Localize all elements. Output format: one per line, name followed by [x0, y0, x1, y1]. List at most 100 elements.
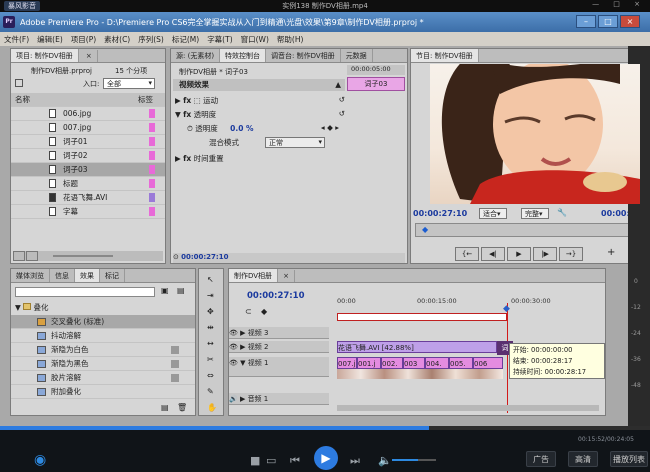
folder-icon[interactable]: ▤	[177, 286, 185, 295]
selection-tool-icon[interactable]: ↖	[207, 275, 214, 284]
track-header-v3[interactable]: 👁 ▶ 视频 3	[229, 327, 329, 339]
effect-item-selected[interactable]: 交叉叠化 (标准)	[11, 315, 195, 329]
menu-clip[interactable]: 素材(C)	[100, 32, 134, 47]
menu-window[interactable]: 窗口(W)	[237, 32, 273, 47]
tab-audio-mixer[interactable]: 调音台: 制作DV相册	[266, 49, 341, 62]
icon-view-icon[interactable]	[26, 251, 38, 261]
col-label[interactable]: 标签	[138, 93, 153, 107]
menu-project[interactable]: 项目(P)	[67, 32, 100, 47]
slip-tool-icon[interactable]: ⇔	[207, 371, 214, 380]
resolution-select[interactable]: 完整▾	[521, 208, 549, 219]
razor-tool-icon[interactable]: ✂	[207, 355, 214, 364]
timeline-timecode[interactable]: 00:00:27:10	[247, 291, 305, 301]
list-item-selected[interactable]: 词子03	[11, 163, 165, 177]
track-select-tool-icon[interactable]: ⇥	[207, 291, 214, 300]
volume-icon[interactable]: 🔈	[378, 454, 392, 467]
in-select[interactable]: 全部 ▾	[103, 78, 155, 89]
effect-item[interactable]: 胶片溶解	[11, 371, 195, 385]
keyframe-nav-icon[interactable]: ◂ ◆ ▸	[321, 123, 339, 132]
ripple-edit-tool-icon[interactable]: ✥	[207, 307, 214, 316]
new-bin-icon[interactable]: ▣	[161, 286, 169, 295]
track-header-a1[interactable]: 🔊 ▶ 音频 1	[229, 393, 329, 405]
eye-icon[interactable]: ◉	[34, 452, 46, 468]
clip-v1[interactable]: 005.	[449, 357, 473, 369]
clip-v1[interactable]: 004.	[425, 357, 449, 369]
list-item[interactable]: 词子01	[11, 135, 165, 149]
list-item[interactable]: 花语飞舞.AVI	[11, 191, 165, 205]
program-scrubber[interactable]: ◆	[415, 223, 637, 237]
step-forward-button[interactable]: →}	[559, 247, 583, 261]
reset-icon[interactable]: ↺	[339, 109, 345, 118]
playlist-chip[interactable]: 播放列表	[610, 451, 648, 467]
tab-sequence[interactable]: 制作DV相册	[229, 269, 279, 282]
timeline-scrollbar[interactable]	[337, 405, 599, 411]
col-name[interactable]: 名称	[15, 93, 30, 107]
menu-file[interactable]: 文件(F)	[0, 32, 33, 47]
ec-time-remap-row[interactable]: ▶ fx 时间重置	[175, 153, 345, 165]
list-item[interactable]: 007.jpg	[11, 121, 165, 135]
list-view-icon[interactable]	[13, 251, 25, 261]
work-area-bar[interactable]	[337, 313, 507, 321]
track-header-v2[interactable]: 👁 ▶ 视频 2	[229, 341, 329, 353]
effect-item[interactable]: 渐隐为白色	[11, 343, 195, 357]
menu-help[interactable]: 帮助(H)	[273, 32, 308, 47]
stop-icon[interactable]: ■	[250, 454, 260, 467]
hand-tool-icon[interactable]: ✋	[207, 403, 217, 412]
ec-footer-timecode[interactable]: 00:00:27:10	[181, 253, 228, 261]
effect-item[interactable]: 抖动溶解	[11, 329, 195, 343]
rate-stretch-tool-icon[interactable]: ↔	[207, 339, 214, 348]
play-button-icon[interactable]: ▶	[314, 446, 338, 470]
pen-tool-icon[interactable]: ✎	[207, 387, 214, 396]
player-window-controls[interactable]: — □ ×	[592, 0, 646, 8]
playhead-icon[interactable]: ◆	[422, 225, 428, 234]
clip-v1[interactable]: 002.	[381, 357, 403, 369]
effects-search-input[interactable]	[15, 287, 155, 297]
zoom-slider[interactable]	[53, 255, 113, 257]
fit-select[interactable]: 适合▾	[479, 208, 507, 219]
menu-title[interactable]: 字幕(T)	[203, 32, 236, 47]
list-item[interactable]: 标题	[11, 177, 165, 191]
menu-marker[interactable]: 标记(M)	[168, 32, 203, 47]
ec-motion-row[interactable]: ▶ fx ⬚ 运动 ↺	[175, 95, 345, 107]
menu-edit[interactable]: 编辑(E)	[33, 32, 67, 47]
clip-v1[interactable]: 007.ji	[337, 357, 357, 369]
tab-markers[interactable]: 标记	[100, 269, 125, 282]
next-icon[interactable]: ⏭	[350, 454, 360, 468]
add-button-icon[interactable]: +	[607, 247, 615, 258]
playhead-icon[interactable]: ◆	[503, 304, 510, 314]
maximize-button[interactable]: □	[598, 15, 618, 28]
toggle-animation-icon[interactable]: ⏱	[187, 124, 193, 133]
program-timecode[interactable]: 00:00:27:10	[413, 209, 467, 218]
marker-icon[interactable]: ◆	[261, 307, 267, 316]
effect-item[interactable]: 附加叠化	[11, 385, 195, 399]
wrench-icon[interactable]: 🔧	[557, 208, 567, 217]
snap-icon[interactable]: ⊂	[245, 307, 252, 316]
tab-program[interactable]: 节目: 制作DV相册	[411, 49, 479, 62]
blend-mode-select[interactable]: 正常 ▾	[265, 137, 325, 148]
tab-close-icon[interactable]: ×	[81, 50, 98, 62]
close-button[interactable]: ×	[620, 15, 640, 28]
prev-frame-button[interactable]: ◀|	[481, 247, 505, 261]
effect-item[interactable]: 渐隐为黑色	[11, 357, 195, 371]
ec-opacity-row[interactable]: ▼ fx 透明度 ↺	[175, 109, 345, 121]
trash-icon[interactable]: 🗑	[177, 403, 187, 412]
search-icon[interactable]	[15, 79, 23, 87]
tab-close-icon[interactable]: ×	[278, 270, 295, 282]
reset-icon[interactable]: ↺	[339, 95, 345, 104]
tab-project[interactable]: 项目: 制作DV相册	[11, 49, 79, 62]
tab-effect-controls[interactable]: 特效控制台	[220, 49, 267, 62]
tab-effects[interactable]: 效果	[75, 269, 100, 282]
track-header-v1[interactable]: 👁 ▼ 视频 1	[229, 357, 329, 377]
next-frame-button[interactable]: |▶	[533, 247, 557, 261]
tab-info[interactable]: 信息	[50, 269, 75, 282]
minimize-button[interactable]: –	[576, 15, 596, 28]
clip-v1[interactable]: 006	[473, 357, 503, 369]
player-ad-chip[interactable]: 广告	[526, 451, 556, 467]
previous-icon[interactable]: ⏮	[290, 454, 300, 468]
quality-chip[interactable]: 高清	[568, 451, 598, 467]
folder-open-icon[interactable]: ▭	[266, 454, 276, 467]
timeline-ruler[interactable]: 00:00 00:00:15:00 00:00:30:00	[337, 297, 599, 305]
rolling-edit-tool-icon[interactable]: ⇹	[207, 323, 214, 332]
list-item[interactable]: 006.jpg	[11, 107, 165, 121]
list-item[interactable]: 字幕	[11, 205, 165, 219]
